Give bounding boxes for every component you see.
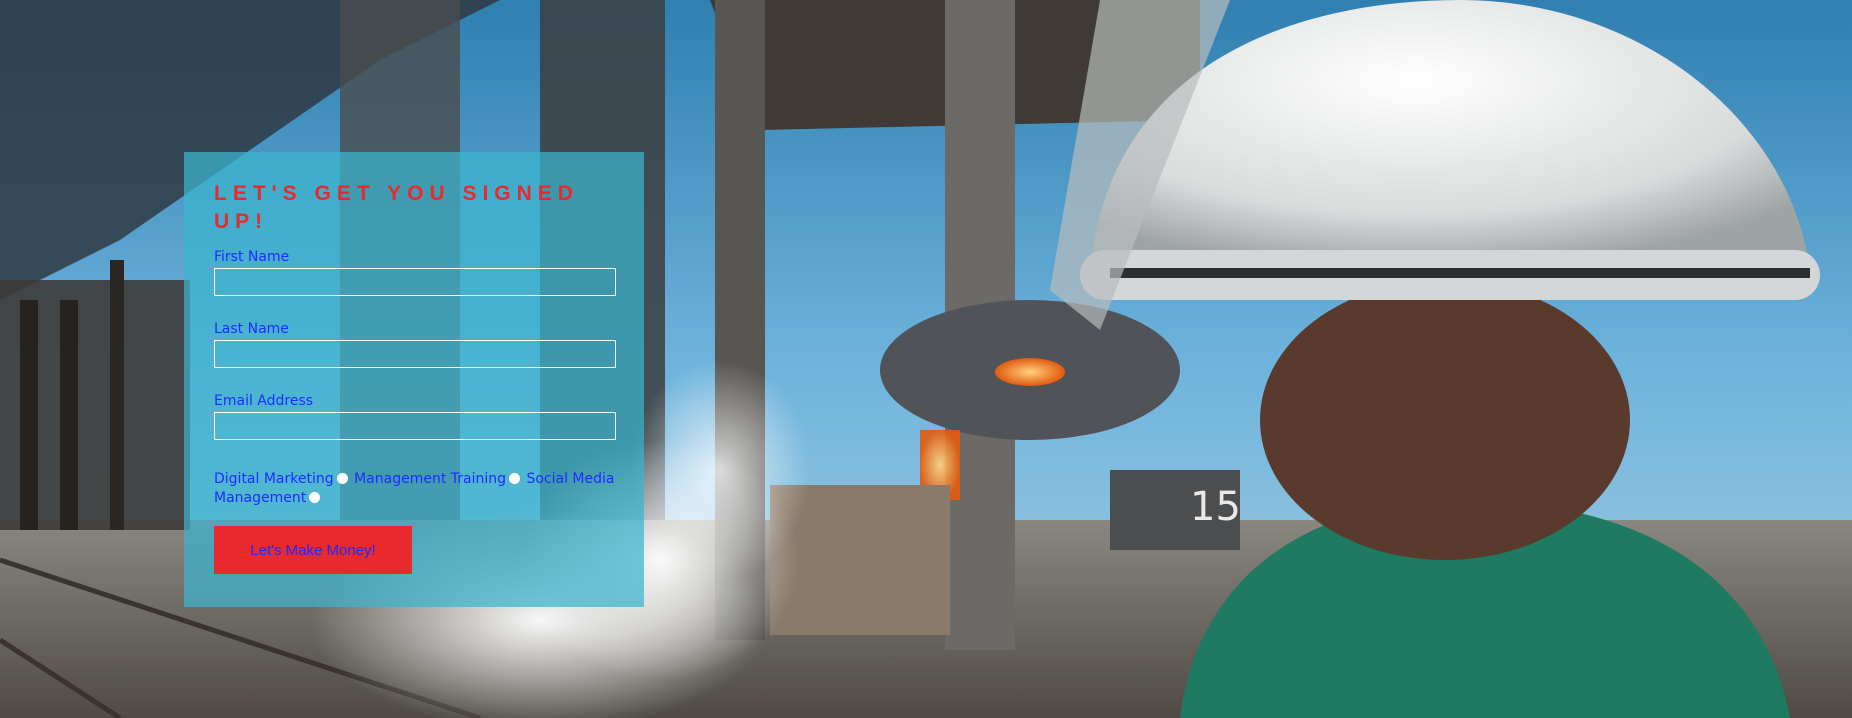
page: 15 LET'S GET YOU SIGNED UP! First Name L… [0,0,1852,718]
radio-management-training[interactable] [509,473,521,484]
radio-label-management-training: Management Training [354,471,507,487]
form-title: LET'S GET YOU SIGNED UP! [214,182,579,233]
first-name-input[interactable] [214,268,616,296]
email-address-input[interactable] [214,412,616,440]
last-name-label: Last Name [214,321,289,337]
radio-label-digital-marketing: Digital Marketing [214,471,334,487]
radio-social-media-management[interactable] [309,492,321,503]
interest-radio-group: Digital Marketing Management Training So… [214,470,616,508]
svg-text:15: 15 [1190,484,1241,530]
submit-button[interactable]: Let's Make Money! [214,526,412,574]
first-name-label: First Name [214,249,290,265]
email-address-label: Email Address [214,393,314,409]
signup-form: LET'S GET YOU SIGNED UP! First Name Last… [184,152,644,607]
radio-digital-marketing[interactable] [336,473,348,484]
last-name-input[interactable] [214,340,616,368]
